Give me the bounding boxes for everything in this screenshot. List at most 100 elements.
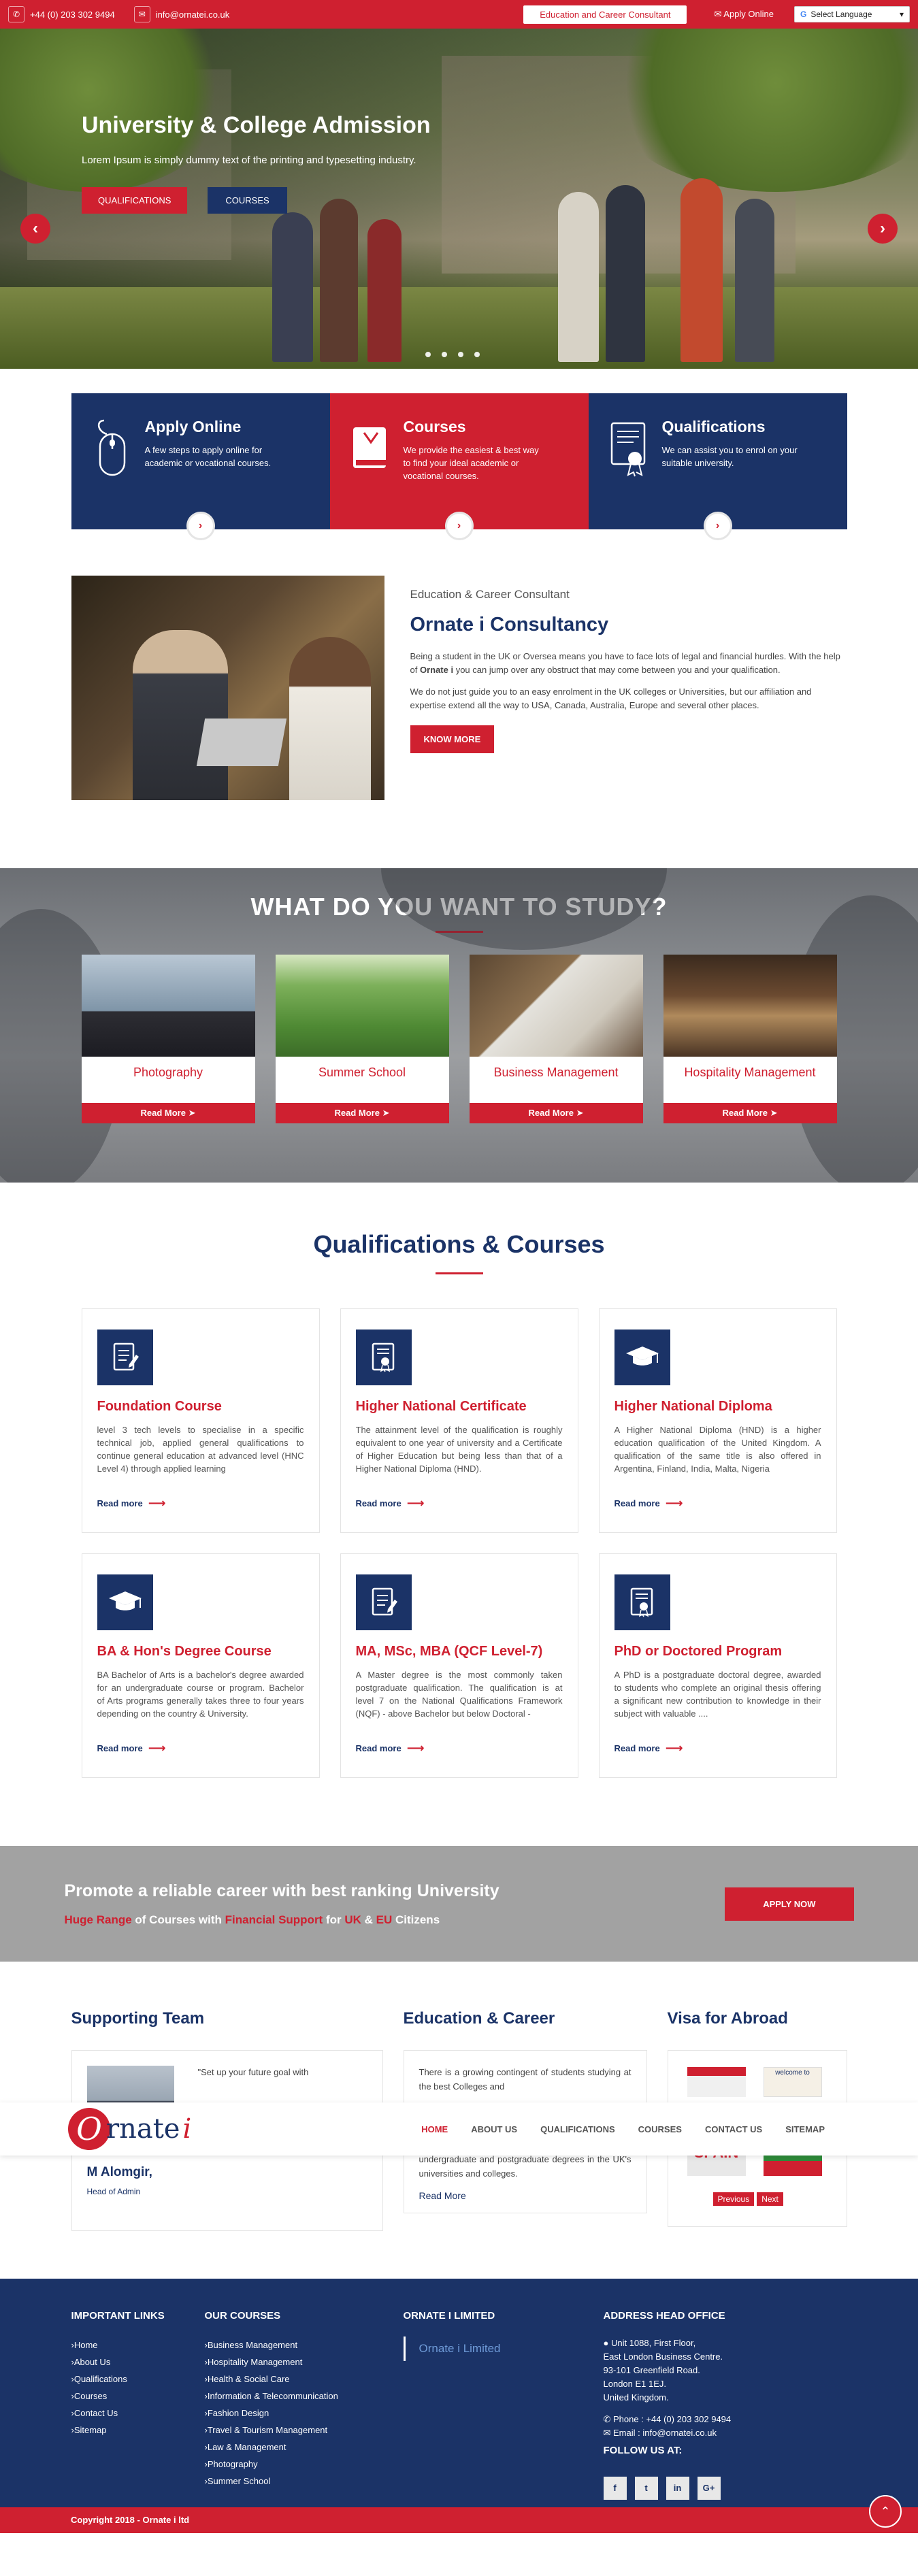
read-more-button[interactable]: Read More ➤ <box>275 1103 449 1123</box>
read-more-button[interactable]: Read More ➤ <box>663 1103 837 1123</box>
business-image <box>469 955 643 1057</box>
footer-email-text: Email : info@ornatei.co.uk <box>613 2428 717 2438</box>
twitter-icon[interactable]: t <box>634 2477 658 2500</box>
qualifications-button[interactable]: QUALIFICATIONS <box>82 187 188 214</box>
facebook-icon[interactable]: f <box>603 2477 627 2500</box>
map-pin-icon: ● <box>603 2338 611 2348</box>
read-more-label: Read More <box>140 1108 186 1118</box>
nav-link-home[interactable]: HOME <box>410 2124 459 2134</box>
footer-email[interactable]: ✉ Email : info@ornatei.co.uk <box>604 2426 808 2440</box>
apply-online-link[interactable]: ✉ Apply Online <box>714 9 774 20</box>
envelope-icon: ✉ <box>714 9 724 19</box>
footer-course-link[interactable]: Business Management <box>205 2336 404 2354</box>
nav-link-qualifications[interactable]: QUALIFICATIONS <box>529 2124 627 2134</box>
qualification-card[interactable]: Higher National Certificate The attainmen… <box>340 1308 578 1533</box>
footer-link[interactable]: Courses <box>71 2388 205 2405</box>
slider-prev-button[interactable]: ‹ <box>20 214 50 244</box>
footer-link[interactable]: About Us <box>71 2354 205 2371</box>
footer-course-link[interactable]: Health & Social Care <box>205 2371 404 2388</box>
footer-link[interactable]: Contact Us <box>71 2405 205 2422</box>
linkedin-icon[interactable]: in <box>666 2477 689 2500</box>
ornate-logo[interactable]: O rnate i <box>68 2108 191 2150</box>
nav-link-sitemap[interactable]: SITEMAP <box>774 2124 836 2134</box>
feature-text: We can assist you to enrol on your suita… <box>661 445 798 468</box>
read-more-link[interactable]: Read more ⟶ <box>356 1741 563 1755</box>
qualification-title: Higher National Certificate <box>355 1399 527 1414</box>
read-more-link[interactable]: Read more ⟶ <box>614 1496 821 1510</box>
footer-course-link[interactable]: Photography <box>205 2456 404 2473</box>
read-more-button[interactable]: Read More ➤ <box>469 1103 643 1123</box>
read-more-link[interactable]: Read more ⟶ <box>614 1741 821 1755</box>
study-card-title: Business Management <box>493 1065 619 1079</box>
qualification-text: A PhD is a postgraduate doctoral degree,… <box>614 1670 821 1719</box>
qualification-card[interactable]: PhD or Doctored Program A PhD is a postgr… <box>598 1553 837 1778</box>
courses-button[interactable]: COURSES <box>208 187 287 214</box>
slider-dot[interactable] <box>442 352 447 357</box>
footer-course-link[interactable]: Travel & Tourism Management <box>205 2422 404 2439</box>
section-title: Supporting Team <box>71 2009 205 2028</box>
read-more-label: Read More <box>334 1108 380 1118</box>
footer-course-link[interactable]: Fashion Design <box>205 2405 404 2422</box>
qualification-card[interactable]: Foundation Course level 3 tech levels to … <box>81 1308 320 1533</box>
member-role: Head of Admin <box>86 2187 141 2196</box>
read-more-link[interactable]: Read more ⟶ <box>97 1741 304 1755</box>
read-more-label: Read More <box>528 1108 574 1118</box>
phone-number: +44 (0) 203 302 9494 <box>30 9 115 20</box>
certificate-icon <box>355 1330 412 1385</box>
qualification-card[interactable]: BA & Hon's Degree Course BA Bachelor of A… <box>81 1553 320 1778</box>
follow-label: FOLLOW US AT: <box>603 2445 683 2456</box>
read-more-link[interactable]: Read more ⟶ <box>356 1496 563 1510</box>
arrow-right-icon: ⟶ <box>148 1496 166 1510</box>
email-contact[interactable]: ✉ info@ornatei.co.uk <box>133 6 229 22</box>
qualification-card[interactable]: MA, MSc, MBA (QCF Level-7) A Master degre… <box>340 1553 578 1778</box>
about-kicker: Education & Career Consultant <box>410 588 570 601</box>
read-more-button[interactable]: Read More ➤ <box>81 1103 255 1123</box>
google-plus-icon[interactable]: G+ <box>697 2477 721 2500</box>
nav-link-courses[interactable]: COURSES <box>627 2124 693 2134</box>
footer-link[interactable]: Sitemap <box>71 2422 205 2439</box>
arrow-right-icon: ⟶ <box>665 1741 683 1755</box>
slider-next-button[interactable]: › <box>868 214 898 244</box>
photography-image <box>81 955 255 1057</box>
footer-link[interactable]: Qualifications <box>71 2371 205 2388</box>
qualification-card[interactable]: Higher National Diploma A Higher National… <box>598 1308 837 1533</box>
footer-course-link[interactable]: Hospitality Management <box>205 2354 404 2371</box>
feature-qualifications[interactable]: Qualifications We can assist you to enro… <box>588 393 847 540</box>
footer-link[interactable]: Home <box>71 2336 205 2354</box>
footer-course-link[interactable]: Law & Management <box>205 2439 404 2456</box>
study-card-photography[interactable]: Photography Read More ➤ <box>81 955 255 1123</box>
feature-courses[interactable]: Courses We provide the easiest & best wa… <box>329 393 589 540</box>
carousel-prev-button[interactable]: Previous <box>712 2192 755 2206</box>
read-more-link[interactable]: Read more ⟶ <box>97 1496 304 1510</box>
chevron-right-icon[interactable]: › <box>703 512 732 540</box>
carousel-next-button[interactable]: Next <box>757 2192 783 2206</box>
hospitality-image <box>663 955 837 1057</box>
about-paragraph: Being a student in the UK or Oversea mea… <box>410 650 847 677</box>
know-more-button[interactable]: KNOW MORE <box>410 725 495 753</box>
slider-dot[interactable] <box>458 352 463 357</box>
slider-dot[interactable] <box>425 352 431 357</box>
summer-school-image <box>275 955 449 1057</box>
slider-dot[interactable] <box>474 352 480 357</box>
language-select-label: Select Language <box>810 10 872 19</box>
study-card-hospitality[interactable]: Hospitality Management Read More ➤ <box>663 955 837 1123</box>
chevron-up-icon: ⌃ <box>880 2504 891 2518</box>
chevron-right-icon[interactable]: › <box>186 512 215 540</box>
apply-now-button[interactable]: APPLY NOW <box>725 1887 854 1921</box>
chevron-right-icon[interactable]: › <box>444 512 474 540</box>
nav-link-contact-us[interactable]: CONTACT US <box>693 2124 774 2134</box>
qualification-text: A Master degree is the most commonly tak… <box>355 1670 563 1719</box>
footer-course-link[interactable]: Information & Telecommunication <box>205 2388 404 2405</box>
study-card-business[interactable]: Business Management Read More ➤ <box>469 955 643 1123</box>
nav-link-about-us[interactable]: ABOUT US <box>459 2124 529 2134</box>
chevron-down-icon: ▾ <box>899 10 904 19</box>
footer-phone[interactable]: ✆ Phone : +44 (0) 203 302 9494 <box>604 2413 808 2426</box>
language-select[interactable]: G Select Language ▾ <box>794 6 910 22</box>
phone-contact[interactable]: ✆ +44 (0) 203 302 9494 <box>8 6 115 22</box>
scroll-to-top-button[interactable]: ⌃ <box>869 2495 902 2528</box>
read-more-link[interactable]: Read More <box>419 2188 632 2203</box>
feature-apply-online[interactable]: Apply Online A few steps to apply online… <box>71 393 330 540</box>
consultant-badge: Education and Career Consultant <box>523 5 687 24</box>
study-card-summer-school[interactable]: Summer School Read More ➤ <box>275 955 449 1123</box>
footer-course-link[interactable]: Summer School <box>205 2473 404 2490</box>
